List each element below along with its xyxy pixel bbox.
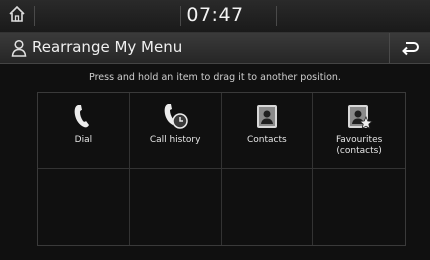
- empty-slot[interactable]: [313, 169, 405, 245]
- menu-item-label: Dial: [74, 135, 93, 145]
- empty-slot[interactable]: [130, 169, 222, 245]
- phone-icon: [75, 105, 90, 128]
- menu-item-label: Call history: [149, 135, 201, 145]
- page-title: Rearrange My Menu: [32, 38, 183, 56]
- favourite-contacts-icon: [348, 105, 374, 130]
- title-bar: Rearrange My Menu: [0, 33, 430, 64]
- menu-item-call-history[interactable]: Call history: [129, 93, 222, 169]
- menu-item-dial[interactable]: Dial: [38, 93, 130, 169]
- back-button[interactable]: [389, 33, 430, 63]
- empty-slot[interactable]: [38, 169, 130, 245]
- back-arrow-icon: [402, 42, 419, 56]
- status-bar: 07:47: [0, 0, 430, 33]
- clock: 07:47: [186, 4, 244, 26]
- person-icon: [11, 39, 27, 57]
- menu-item-contacts[interactable]: Contacts: [221, 93, 314, 169]
- menu-item-label: Contacts: [247, 135, 287, 145]
- menu-grid: Dial Call history Contacts Favourites (c…: [37, 92, 406, 246]
- empty-slot[interactable]: [222, 169, 314, 245]
- menu-item-label: Favourites (contacts): [335, 135, 383, 156]
- call-history-icon: [164, 104, 188, 129]
- contacts-icon: [256, 105, 277, 128]
- instruction-text: Press and hold an item to drag it to ano…: [89, 72, 341, 83]
- menu-item-favourites[interactable]: Favourites (contacts): [313, 93, 405, 169]
